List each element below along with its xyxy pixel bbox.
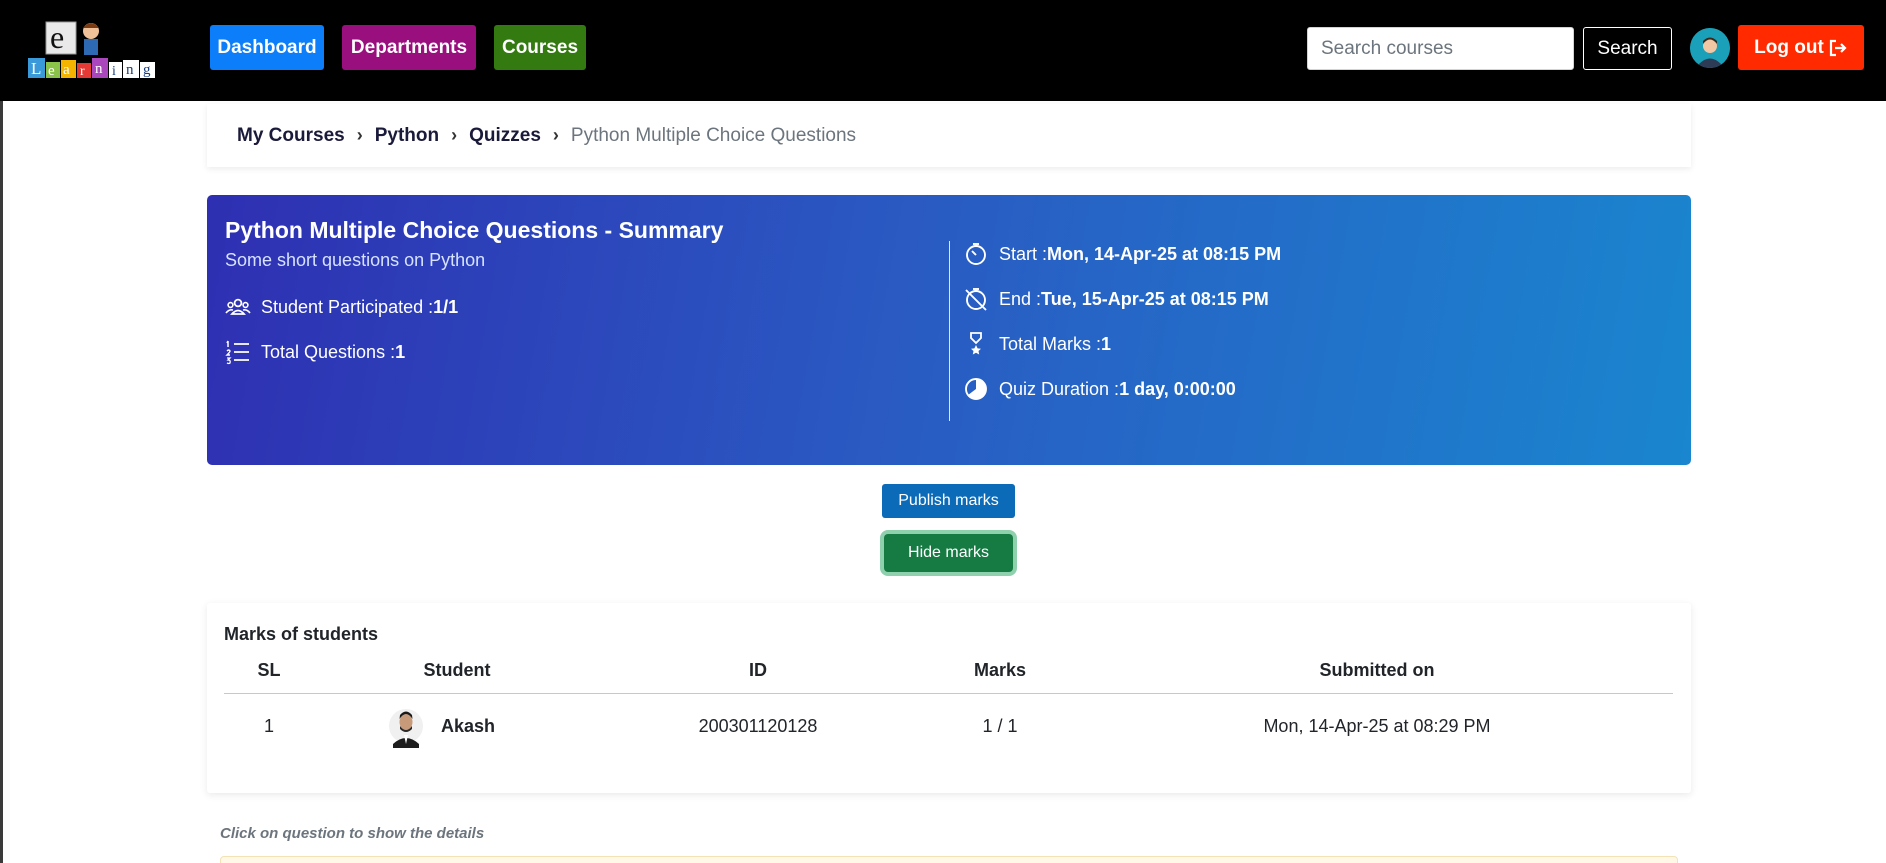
summary-divider bbox=[949, 241, 950, 421]
breadcrumb-my-courses[interactable]: My Courses bbox=[237, 125, 345, 147]
questions-value: 1 bbox=[395, 341, 406, 362]
svg-text:n: n bbox=[126, 62, 134, 78]
row-submitted: Mon, 14-Apr-25 at 08:29 PM bbox=[1263, 716, 1491, 736]
student-avatar bbox=[389, 709, 423, 748]
questions-label: Total Questions : bbox=[261, 341, 396, 362]
table-header-divider bbox=[224, 693, 1673, 694]
top-navbar: e L e a r n i n g Dashboard Departments … bbox=[0, 0, 1886, 101]
list-numbered-icon bbox=[225, 340, 249, 365]
marks-table-card: Marks of students SL Student ID Marks Su… bbox=[207, 603, 1691, 793]
breadcrumb-python[interactable]: Python bbox=[375, 125, 439, 147]
users-group-icon bbox=[225, 298, 251, 315]
user-avatar-icon bbox=[1690, 28, 1730, 68]
participants-label: Student Participated : bbox=[261, 296, 434, 317]
row-sl: 1 bbox=[263, 716, 275, 736]
start-label: Start : bbox=[999, 243, 1048, 264]
nav-departments-button[interactable]: Departments bbox=[342, 25, 476, 70]
svg-text:L: L bbox=[31, 59, 41, 78]
start-row: Start : Mon, 14-Apr-25 at 08:15 PM bbox=[963, 241, 1281, 267]
column-header-sl: SL bbox=[257, 660, 281, 680]
breadcrumb-quizzes[interactable]: Quizzes bbox=[469, 125, 541, 147]
svg-text:a: a bbox=[63, 62, 70, 78]
total-marks-value: 1 bbox=[1101, 333, 1112, 354]
start-value: Mon, 14-Apr-25 at 08:15 PM bbox=[1047, 243, 1282, 264]
marks-table-title: Marks of students bbox=[224, 624, 379, 644]
nav-dashboard-button[interactable]: Dashboard bbox=[210, 25, 324, 70]
participants-row: Student Participated : 1/1 bbox=[225, 294, 458, 320]
svg-text:n: n bbox=[95, 61, 103, 77]
duration-row: Quiz Duration : 1 day, 0:00:00 bbox=[963, 376, 1236, 402]
window-edge bbox=[0, 0, 3, 863]
row-student-name[interactable]: Akash bbox=[441, 716, 495, 737]
svg-text:e: e bbox=[50, 19, 64, 55]
questions-row: Total Questions : 1 bbox=[225, 339, 405, 365]
svg-text:i: i bbox=[112, 64, 116, 79]
chevron-right-icon: › bbox=[451, 125, 458, 145]
user-avatar[interactable] bbox=[1690, 28, 1730, 68]
breadcrumb: My Courses › Python › Quizzes › Python M… bbox=[207, 104, 1691, 167]
pie-chart-icon bbox=[965, 378, 987, 400]
row-marks: 1 / 1 bbox=[982, 716, 1018, 736]
column-header-submitted: Submitted on bbox=[1319, 660, 1435, 680]
logout-icon bbox=[1829, 39, 1847, 56]
nav-courses-button[interactable]: Courses bbox=[494, 25, 586, 70]
chevron-right-icon: › bbox=[552, 125, 559, 145]
svg-text:r: r bbox=[80, 64, 85, 79]
chevron-right-icon: › bbox=[356, 125, 363, 145]
stopwatch-off-icon bbox=[965, 288, 987, 311]
elearning-logo[interactable]: e L e a r n i n g bbox=[28, 18, 182, 80]
question-details-hint: Click on question to show the details bbox=[220, 825, 485, 842]
participants-value: 1/1 bbox=[433, 296, 459, 317]
award-icon bbox=[970, 332, 982, 355]
question-accordion[interactable] bbox=[220, 856, 1678, 863]
end-value: Tue, 15-Apr-25 at 08:15 PM bbox=[1041, 288, 1269, 309]
search-button[interactable]: Search bbox=[1583, 27, 1672, 70]
summary-title: Python Multiple Choice Questions - Summa… bbox=[225, 217, 724, 243]
row-id: 200301120128 bbox=[698, 716, 818, 736]
column-header-student: Student bbox=[423, 660, 491, 680]
column-header-id: ID bbox=[749, 660, 767, 680]
duration-value: 1 day, 0:00:00 bbox=[1119, 378, 1236, 399]
column-header-marks: Marks bbox=[973, 660, 1027, 680]
logout-button[interactable]: Log out bbox=[1738, 25, 1864, 70]
total-marks-row: Total Marks : 1 bbox=[963, 331, 1111, 357]
svg-text:g: g bbox=[143, 62, 151, 78]
summary-subtitle: Some short questions on Python bbox=[225, 250, 486, 270]
logout-label: Log out bbox=[1754, 36, 1824, 58]
stopwatch-start-icon bbox=[966, 243, 986, 265]
quiz-summary-card: Python Multiple Choice Questions - Summa… bbox=[207, 195, 1691, 465]
duration-label: Quiz Duration : bbox=[999, 378, 1120, 399]
end-label: End : bbox=[999, 288, 1042, 309]
total-marks-label: Total Marks : bbox=[999, 333, 1102, 354]
hide-marks-button[interactable]: Hide marks bbox=[884, 534, 1013, 572]
breadcrumb-current: Python Multiple Choice Questions bbox=[570, 124, 857, 146]
svg-text:e: e bbox=[48, 63, 55, 79]
publish-marks-button[interactable]: Publish marks bbox=[882, 484, 1015, 518]
search-input[interactable] bbox=[1307, 27, 1574, 70]
end-row: End : Tue, 15-Apr-25 at 08:15 PM bbox=[963, 286, 1269, 312]
